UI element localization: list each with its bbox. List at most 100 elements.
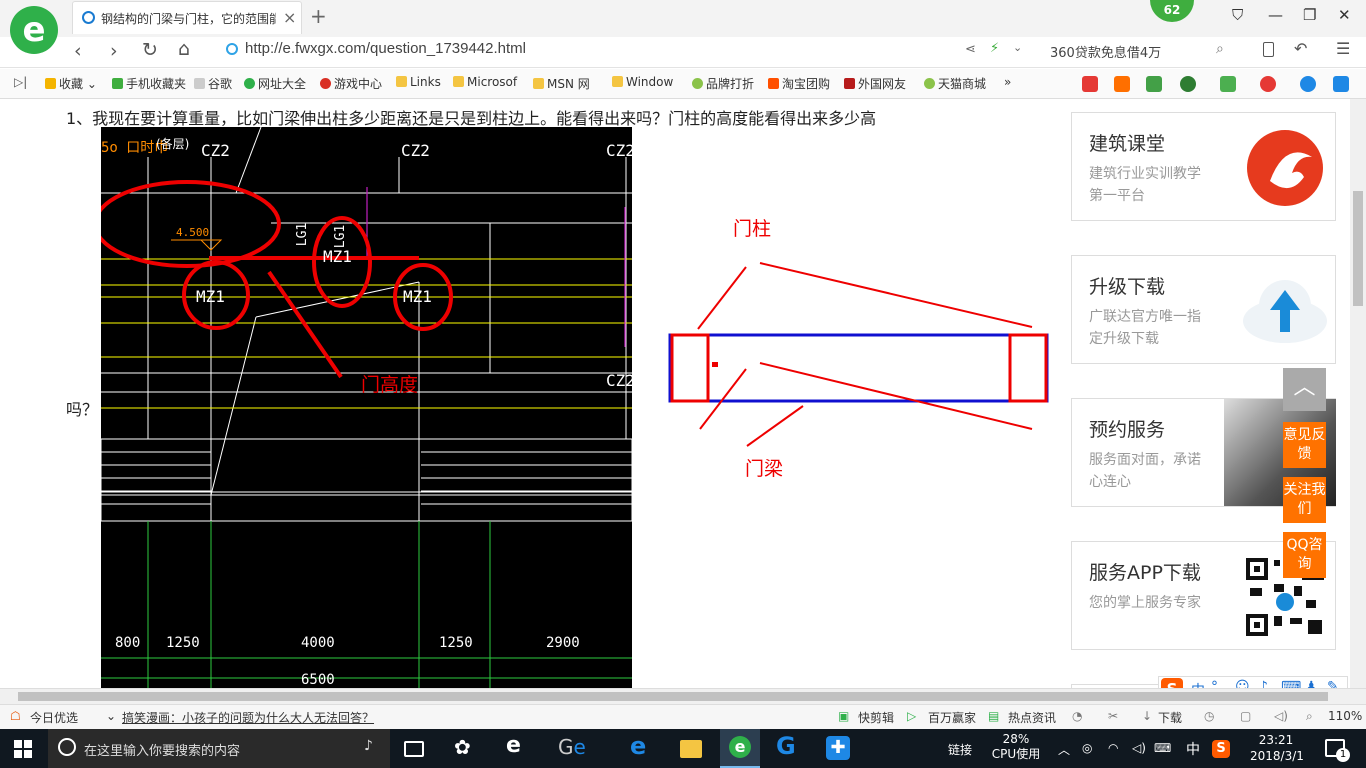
tab-active[interactable]: 钢结构的门梁与门柱，它的范围能 × — [72, 1, 302, 34]
bookmark-item[interactable]: 天猫商城 — [924, 75, 986, 92]
skin-icon[interactable]: ⛉ — [1232, 6, 1243, 24]
chevron-down-icon[interactable]: ⌄ — [106, 709, 116, 723]
pinwheel-app-icon[interactable]: ✿ — [454, 735, 478, 759]
question-text-line2: 吗？ — [66, 400, 99, 419]
speed-icon[interactable]: ⚡ — [990, 41, 999, 56]
start-button[interactable] — [14, 740, 32, 758]
kuaijianji-link[interactable]: 快剪辑 — [858, 709, 894, 726]
bookmark-item[interactable]: Microsof — [453, 75, 517, 89]
back-icon[interactable]: ‹ — [74, 40, 82, 62]
bookmark-item[interactable]: MSN 网 — [533, 75, 590, 92]
home-icon[interactable]: ⌂ — [178, 38, 190, 60]
ime-mode-label[interactable]: 中 — [1191, 680, 1205, 688]
tray-expand-icon[interactable]: ︿ — [1058, 741, 1070, 758]
baiwan-link[interactable]: 百万赢家 — [928, 709, 976, 726]
window-icon[interactable]: ▢ — [1240, 709, 1251, 723]
share-icon[interactable]: ⋖ — [965, 42, 976, 57]
new-tab-button[interactable]: + — [310, 4, 327, 28]
bookmark-item[interactable]: 游戏中心 — [320, 75, 382, 92]
bookmark-item[interactable]: Links — [396, 75, 441, 89]
bookmark-item[interactable]: 谷歌 — [194, 75, 232, 92]
cut-icon[interactable] — [1260, 76, 1276, 92]
volume-icon[interactable]: ◁) — [1274, 709, 1288, 723]
sogou-tray-icon[interactable]: S — [1212, 740, 1230, 758]
apps-icon[interactable] — [1333, 76, 1349, 92]
news-link[interactable]: 搞笑漫画：小孩子的问题为什么大人无法回答？ — [122, 709, 374, 726]
download-link[interactable]: 下载 — [1158, 709, 1182, 726]
back-to-top-button[interactable]: ︿ — [1283, 368, 1326, 411]
file-explorer-icon[interactable] — [680, 740, 702, 758]
cpu-usage-widget[interactable]: 28% CPU使用 — [990, 732, 1042, 762]
follow-us-button[interactable]: 关注我们 — [1283, 477, 1326, 523]
tools-icon[interactable]: ✂ — [1108, 709, 1118, 723]
zoom-level[interactable]: 110% — [1328, 709, 1362, 723]
download-icon[interactable]: ↓ — [1142, 709, 1152, 723]
settings-icon[interactable]: ✎ — [1327, 679, 1339, 688]
minimize-button[interactable]: — — [1268, 6, 1283, 24]
sidebar-card-download[interactable]: 升级下载 广联达官方唯一指定升级下载 — [1071, 255, 1336, 364]
keyboard-icon[interactable]: ⌨ — [1281, 679, 1301, 688]
task-view-icon[interactable] — [404, 741, 424, 757]
more-bookmarks-icon[interactable]: » — [1004, 75, 1011, 89]
volume-icon[interactable]: ◁) — [1132, 741, 1146, 755]
taskbar-search[interactable]: 在这里输入你要搜索的内容 ♪ — [48, 729, 390, 768]
keyboard-icon[interactable]: ⌨ — [1154, 741, 1171, 755]
horizontal-scrollbar[interactable] — [0, 688, 1366, 704]
bookmark-item[interactable]: Window — [612, 75, 673, 89]
shield-icon[interactable] — [1180, 76, 1196, 92]
taskbar-browser-active[interactable]: e — [720, 729, 760, 768]
feedback-button[interactable]: 意见反馈 — [1283, 422, 1326, 468]
internet-explorer-icon[interactable]: e — [630, 732, 654, 760]
clock[interactable]: 23:21 2018/3/1 — [1250, 732, 1304, 764]
speed-dial-icon[interactable]: ◔ — [1072, 709, 1082, 723]
ime-indicator[interactable]: 中 — [1186, 739, 1200, 759]
restore-button[interactable]: ❐ — [1303, 6, 1316, 24]
speed-icon[interactable]: ◷ — [1204, 709, 1214, 723]
reader-icon[interactable] — [1146, 76, 1162, 92]
wifi-icon[interactable]: ◠ — [1108, 741, 1118, 755]
scroll-thumb[interactable] — [1353, 191, 1363, 306]
sidebar-card-course[interactable]: 建筑课堂 建筑行业实训教学第一平台 — [1071, 112, 1336, 221]
edge-icon[interactable]: e — [506, 733, 530, 758]
undo-icon[interactable]: ↶ — [1294, 39, 1307, 58]
hot-news-link[interactable]: 热点资讯 — [1008, 709, 1056, 726]
glodon-app-icon[interactable]: G — [776, 732, 800, 760]
qq-consult-button[interactable]: QQ咨询 — [1283, 532, 1326, 578]
vertical-scrollbar[interactable] — [1350, 99, 1366, 688]
network-app-icon[interactable]: ◎ — [1082, 741, 1092, 755]
chevron-down-icon[interactable]: ⌄ — [1013, 41, 1022, 54]
search-tool-icon[interactable] — [1300, 76, 1316, 92]
forward-icon[interactable]: › — [110, 40, 118, 62]
bookmark-item[interactable]: 淘宝团购 — [768, 75, 830, 92]
tab-close-icon[interactable]: × — [283, 8, 296, 27]
bookmark-item[interactable]: 品牌打折 — [692, 75, 754, 92]
skin-icon[interactable]: ♟ — [1305, 679, 1318, 688]
browser-logo-icon[interactable]: e — [10, 6, 58, 54]
translate-icon[interactable] — [1220, 76, 1236, 92]
close-window-button[interactable]: ✕ — [1338, 6, 1351, 24]
ie-blue-icon[interactable]: Ge — [558, 735, 586, 759]
bookmark-item[interactable]: 外国网友 — [844, 75, 906, 92]
zoom-icon[interactable]: ⌕ — [1306, 709, 1313, 724]
emoji-icon[interactable]: ☺ — [1235, 679, 1250, 688]
search-input[interactable]: 360贷款免息借4万 — [1050, 42, 1161, 61]
connect-app-icon[interactable]: ✚ — [826, 736, 850, 760]
bookmark-item[interactable]: 网址大全 — [244, 75, 306, 92]
bookmark-item[interactable]: 收藏 ⌄ — [45, 75, 97, 92]
refresh-icon[interactable]: ↻ — [142, 39, 158, 61]
ime-toolbar[interactable]: S 中 °, ☺ ♪ ⌨ ♟ ✎ — [1158, 676, 1348, 688]
search-icon[interactable]: ⌕ — [1216, 41, 1224, 57]
mobile-icon[interactable] — [1263, 42, 1274, 57]
tray-link-label[interactable]: 链接 — [948, 741, 972, 758]
microphone-icon[interactable]: ♪ — [1259, 679, 1268, 688]
sidebar-toggle-icon[interactable]: ▷| — [14, 75, 27, 89]
url-input[interactable]: http://e.fwxgx.com/question_1739442.html — [245, 40, 526, 57]
bookmark-item[interactable]: 手机收藏夹 — [112, 75, 186, 92]
discount-icon[interactable] — [1114, 76, 1130, 92]
punctuation-icon[interactable]: °, — [1211, 679, 1222, 688]
microphone-icon[interactable]: ♪ — [364, 738, 373, 754]
scroll-thumb[interactable] — [18, 692, 1328, 701]
today-pick-link[interactable]: 今日优选 — [30, 709, 78, 726]
extension-icon[interactable] — [1082, 76, 1098, 92]
menu-icon[interactable]: ☰ — [1336, 39, 1350, 58]
